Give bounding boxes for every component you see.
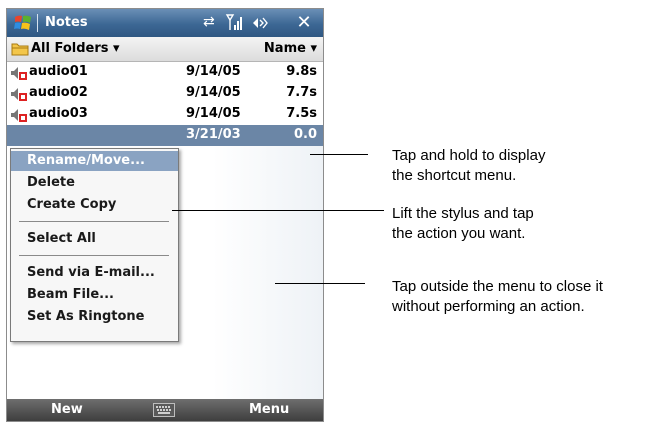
volume-icon[interactable] <box>250 14 268 32</box>
folder-icon <box>11 43 29 56</box>
file-list: audio01 9/14/05 9.8s audio02 9/14/05 7.7… <box>7 62 323 146</box>
callout-lift-stylus: Lift the stylus and tap the action you w… <box>392 204 534 244</box>
file-name: audio03 <box>29 106 88 121</box>
file-size: 7.5s <box>286 106 317 121</box>
menu-item-delete[interactable]: Delete <box>11 173 178 193</box>
list-item[interactable]: audio02 9/14/05 7.7s <box>7 83 323 104</box>
bottom-softkey-bar: New Menu <box>7 399 323 421</box>
callout-line-2 <box>172 210 384 211</box>
windows-logo-icon[interactable] <box>13 13 33 33</box>
menu-item-set-ringtone[interactable]: Set As Ringtone <box>11 307 178 327</box>
title-separator <box>37 14 38 32</box>
callout-text: Tap outside the menu to close it <box>392 278 603 295</box>
close-icon[interactable]: ✕ <box>292 12 316 34</box>
menu-item-create-copy[interactable]: Create Copy <box>11 195 178 215</box>
list-item-selected[interactable]: 3/21/03 0.0 <box>7 125 323 146</box>
callout-tap-outside: Tap outside the menu to close it without… <box>392 277 603 317</box>
context-menu: Rename/Move... Delete Create Copy Select… <box>10 148 179 342</box>
menu-softkey[interactable]: Menu <box>249 402 289 417</box>
device-screen: Notes ⇄ ✕ All Folders ▾ Name ▾ audio01 9… <box>6 8 324 422</box>
menu-item-label: Beam File... <box>27 287 114 302</box>
callout-tap-and-hold: Tap and hold to display the shortcut men… <box>392 146 545 186</box>
menu-item-label: Select All <box>27 231 96 246</box>
app-title: Notes <box>45 15 88 30</box>
audio-file-icon <box>11 88 27 101</box>
list-item[interactable]: audio03 9/14/05 7.5s <box>7 104 323 125</box>
audio-file-icon <box>11 109 27 122</box>
folder-toolbar: All Folders ▾ Name ▾ <box>7 37 323 62</box>
file-date: 9/14/05 <box>186 64 241 79</box>
file-date: 9/14/05 <box>186 85 241 100</box>
sort-dropdown[interactable]: Name ▾ <box>264 41 317 56</box>
folder-dropdown[interactable]: All Folders ▾ <box>31 41 120 56</box>
menu-divider <box>19 255 169 256</box>
menu-item-label: Send via E-mail... <box>27 265 155 280</box>
menu-item-label: Create Copy <box>27 197 117 212</box>
menu-item-label: Rename/Move... <box>27 153 145 168</box>
callout-text: Tap and hold to display <box>392 147 546 164</box>
file-size: 9.8s <box>286 64 317 79</box>
callout-text: the action you want. <box>392 225 526 242</box>
callout-text: without performing an action. <box>392 298 585 315</box>
menu-item-label: Set As Ringtone <box>27 309 145 324</box>
callout-line-1 <box>310 154 368 155</box>
file-size: 7.7s <box>286 85 317 100</box>
file-date: 9/14/05 <box>186 106 241 121</box>
audio-file-icon <box>11 67 27 80</box>
menu-item-select-all[interactable]: Select All <box>11 229 178 249</box>
callout-text: Lift the stylus and tap <box>392 205 534 222</box>
menu-divider <box>19 221 169 222</box>
file-date: 3/21/03 <box>186 127 241 142</box>
signal-icon[interactable] <box>225 13 243 33</box>
file-name: audio02 <box>29 85 88 100</box>
sync-icon[interactable]: ⇄ <box>203 14 215 30</box>
keyboard-icon[interactable] <box>153 403 175 417</box>
new-softkey[interactable]: New <box>51 402 83 417</box>
callout-line-3 <box>275 283 365 284</box>
menu-item-rename-move[interactable]: Rename/Move... <box>11 151 178 171</box>
file-size: 0.0 <box>293 127 317 142</box>
menu-item-label: Delete <box>27 175 75 190</box>
menu-item-send-email[interactable]: Send via E-mail... <box>11 263 178 283</box>
file-name: audio01 <box>29 64 88 79</box>
title-bar: Notes ⇄ ✕ <box>7 9 323 37</box>
callout-text: the shortcut menu. <box>392 167 517 184</box>
menu-item-beam-file[interactable]: Beam File... <box>11 285 178 305</box>
list-item[interactable]: audio01 9/14/05 9.8s <box>7 62 323 83</box>
